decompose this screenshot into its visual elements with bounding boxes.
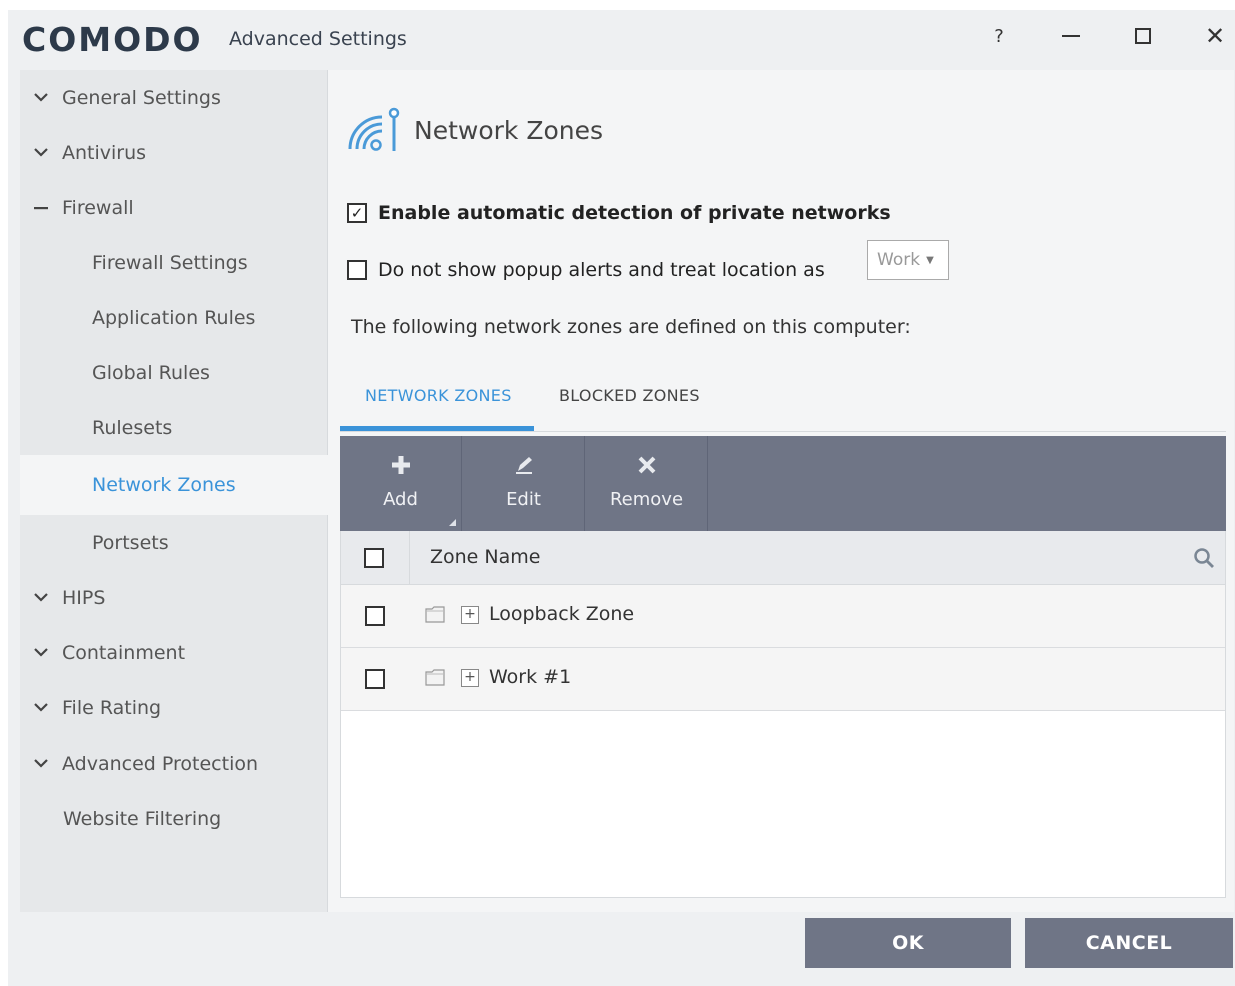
sidebar-item-label: Global Rules [92,361,210,384]
comodo-logo: COMODO [22,20,203,59]
page-title: Network Zones [414,116,604,145]
collapse-minus-icon [34,206,48,210]
remove-button[interactable]: Remove [586,436,708,531]
active-tab-indicator [340,426,534,431]
sidebar-item-label: Firewall [62,196,134,219]
location-select[interactable]: Work ▼ [867,240,949,280]
zone-name: Loopback Zone [489,603,635,625]
maximize-button[interactable] [1118,16,1168,56]
sidebar-item-advanced-protection[interactable]: Advanced Protection [20,736,328,791]
remove-label: Remove [609,489,684,510]
sidebar-item-label: Rulesets [92,416,173,439]
sidebar-item-application-rules[interactable]: Application Rules [20,290,328,345]
sidebar-item-rulesets[interactable]: Rulesets [20,400,328,455]
sidebar-item-portsets[interactable]: Portsets [20,515,328,570]
sidebar-item-containment[interactable]: Containment [20,625,328,680]
ok-button[interactable]: OK [805,918,1011,968]
minimize-icon [1062,35,1080,37]
help-button[interactable]: ? [974,16,1024,56]
sidebar-item-antivirus[interactable]: Antivirus [20,125,328,180]
search-icon[interactable] [1193,547,1215,569]
sidebar-item-website-filtering[interactable]: Website Filtering [20,791,328,846]
sidebar-item-label: Network Zones [92,474,236,496]
x-icon [638,453,656,477]
table-header: Zone Name [341,531,1225,585]
table-row[interactable]: + Loopback Zone [341,585,1225,648]
enable-auto-detect-option[interactable]: ✓ Enable automatic detection of private … [347,202,891,224]
row-checkbox[interactable] [365,606,385,626]
dropdown-corner-icon [449,519,456,526]
sidebar-item-label: HIPS [62,586,106,609]
zones-toolbar: Add Edit Remove [340,436,1226,531]
enable-auto-detect-checkbox[interactable]: ✓ [347,203,367,223]
pencil-icon [514,453,534,477]
sidebar-item-file-rating[interactable]: File Rating [20,680,328,735]
zones-table: Zone Name + Loopback Zone + Work #1 [340,531,1226,898]
sidebar-item-label: Advanced Protection [62,752,259,775]
sidebar-item-hips[interactable]: HIPS [20,570,328,625]
no-popup-label: Do not show popup alerts and treat locat… [378,259,825,281]
content-panel: Network Zones ✓ Enable automatic detecti… [328,70,1234,912]
sidebar-item-label: Website Filtering [63,807,222,830]
no-popup-checkbox[interactable] [347,260,367,280]
cancel-button[interactable]: CANCEL [1025,918,1233,968]
enable-auto-detect-label: Enable automatic detection of private ne… [378,202,891,224]
maximize-icon [1135,28,1151,44]
table-row[interactable]: + Work #1 [341,648,1225,711]
chevron-down-icon [34,148,48,157]
close-button[interactable]: ✕ [1190,16,1235,56]
zone-tabs: NETWORK ZONES BLOCKED ZONES [340,370,1226,432]
add-button[interactable]: Add [340,436,462,531]
minimize-button[interactable] [1046,16,1096,56]
dropdown-arrow-icon: ▼ [926,254,934,266]
zone-name-column-header[interactable]: Zone Name [430,546,540,568]
sidebar-item-network-zones[interactable]: Network Zones [20,455,328,515]
wifi-zone-icon [348,107,400,151]
sidebar-item-label: Portsets [92,531,169,554]
title-bar: COMODO Advanced Settings ? ✕ [8,10,1235,70]
folder-icon [425,606,445,623]
expand-icon[interactable]: + [461,606,479,624]
chevron-down-icon [34,93,48,102]
sidebar-item-firewall-settings[interactable]: Firewall Settings [20,235,328,290]
chevron-down-icon [34,703,48,712]
folder-icon [425,669,445,686]
column-divider [409,531,410,585]
zones-description: The following network zones are defined … [351,316,911,338]
expand-icon[interactable]: + [461,669,479,687]
row-checkbox[interactable] [365,669,385,689]
zone-name: Work #1 [489,666,572,688]
sidebar-item-label: General Settings [62,86,221,109]
location-select-value: Work [877,250,921,270]
add-label: Add [383,489,418,510]
tab-blocked-zones[interactable]: BLOCKED ZONES [559,386,700,405]
no-popup-option[interactable]: Do not show popup alerts and treat locat… [347,259,825,281]
window-title: Advanced Settings [229,28,407,50]
sidebar-item-global-rules[interactable]: Global Rules [20,345,328,400]
plus-icon [391,453,411,477]
sidebar-item-label: Antivirus [62,141,147,164]
sidebar-item-label: File Rating [62,696,162,719]
sidebar-item-firewall[interactable]: Firewall [20,180,328,235]
close-icon: ✕ [1204,22,1226,50]
chevron-down-icon [34,593,48,602]
chevron-down-icon [34,648,48,657]
advanced-settings-window: COMODO Advanced Settings ? ✕ General Set… [8,10,1235,986]
sidebar-item-label: Containment [62,641,186,664]
sidebar-nav: General Settings Antivirus Firewall Fire… [20,70,328,912]
edit-label: Edit [506,489,541,510]
sidebar-item-label: Firewall Settings [92,251,248,274]
select-all-checkbox[interactable] [364,548,384,568]
sidebar-item-general-settings[interactable]: General Settings [20,70,328,125]
chevron-down-icon [34,759,48,768]
edit-button[interactable]: Edit [463,436,585,531]
tab-network-zones[interactable]: NETWORK ZONES [365,386,512,405]
sidebar-item-label: Application Rules [92,306,256,329]
